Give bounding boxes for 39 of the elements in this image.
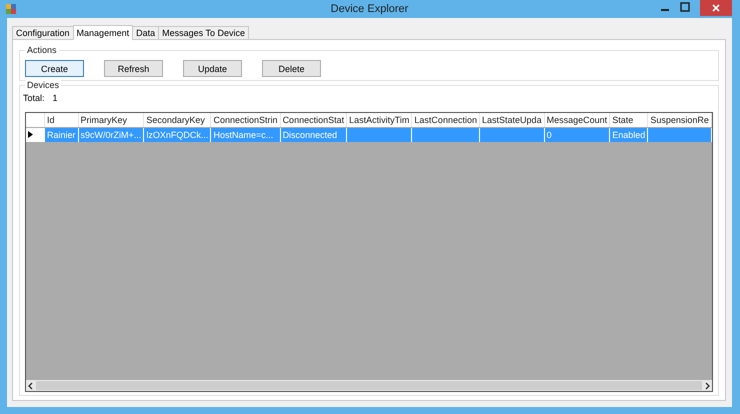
tab[interactable]: Messages To Device: [158, 26, 249, 39]
column-header[interactable]: LastActivityTim: [346, 113, 412, 128]
column-header[interactable]: MessageCount: [544, 113, 610, 128]
tab[interactable]: Configuration: [12, 26, 74, 39]
table-cell: 0: [544, 128, 610, 142]
window-title: Device Explorer: [330, 3, 408, 15]
current-row-icon: [28, 131, 33, 138]
table-cell: Enabled: [610, 128, 648, 142]
action-button[interactable]: Delete: [262, 60, 321, 77]
total-count: 1: [52, 93, 58, 103]
close-button[interactable]: [700, 0, 732, 16]
close-icon[interactable]: [712, 4, 720, 12]
column-header[interactable]: State: [610, 113, 648, 128]
column-header[interactable]: SuspensionRe: [648, 113, 712, 128]
column-header[interactable]: Id: [44, 113, 78, 128]
column-header[interactable]: LastConnection: [412, 113, 480, 128]
column-header[interactable]: SecondaryKey: [144, 113, 211, 128]
app-icon: [5, 3, 17, 15]
column-header[interactable]: LastStateUpda: [480, 113, 544, 128]
column-header[interactable]: ConnectionStat: [280, 113, 347, 128]
group-label: Devices: [25, 80, 62, 90]
column-header[interactable]: PrimaryKey: [78, 113, 144, 128]
table-cell: Disconnected: [280, 128, 347, 142]
total-label: Total:: [23, 93, 45, 103]
group-label: Actions: [25, 45, 59, 55]
horizontal-scrollbar[interactable]: [26, 380, 712, 391]
table-cell: Rainier: [44, 128, 78, 142]
table-cell: lzOXnFQDCk...: [144, 128, 211, 142]
row-header-corner: [26, 113, 44, 128]
tab[interactable]: Data: [132, 26, 160, 39]
tab[interactable]: Management: [72, 25, 134, 40]
table-cell: HostName=c...: [210, 128, 280, 142]
action-button[interactable]: Update: [183, 60, 242, 77]
row-header[interactable]: [26, 128, 44, 142]
action-button[interactable]: Create: [25, 60, 84, 77]
table-cell: s9cW/0rZiM+...: [78, 128, 144, 142]
maximize-icon[interactable]: [680, 2, 690, 12]
column-header[interactable]: ConnectionStrin: [210, 113, 280, 128]
action-button[interactable]: Refresh: [104, 60, 163, 77]
